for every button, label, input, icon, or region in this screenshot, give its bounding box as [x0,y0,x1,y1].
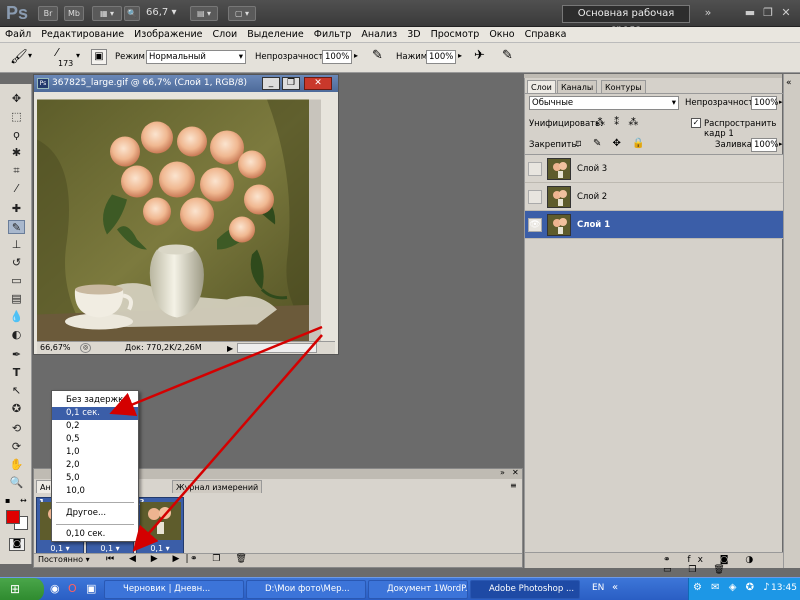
opera-icon[interactable]: O [68,582,77,595]
taskbar-item-word[interactable]: Документ 1WordP... [368,580,468,599]
system-tray: ⚙ ✉ ◈ ✪ ♪ 13:45 [688,578,800,600]
windows-logo-icon: ⊞ [10,582,21,596]
clock[interactable]: 13:45 [771,583,797,593]
start-button[interactable]: ⊞ [0,578,44,600]
firefox-icon[interactable]: ◉ [50,582,60,595]
quicklaunch-icon[interactable]: ▣ [86,582,96,595]
windows-taskbar: ⊞ ◉ O ▣ Черновик | Дневн... D:\Мои фото\… [0,577,800,600]
taskbar-item-folder[interactable]: D:\Мои фото\Мер... [246,580,366,599]
language-indicator[interactable]: EN [592,583,604,593]
arrow-to-frame-delay [132,334,323,552]
taskbar-item-photoshop[interactable]: Adobe Photoshop ... [470,580,580,599]
tray-chevron-icon[interactable]: « [612,582,618,593]
tray-icons[interactable]: ⚙ ✉ ◈ ✪ ♪ [693,582,773,593]
taskbar-item-blog[interactable]: Черновик | Дневн... [104,580,244,599]
annotation-arrows [109,325,323,552]
